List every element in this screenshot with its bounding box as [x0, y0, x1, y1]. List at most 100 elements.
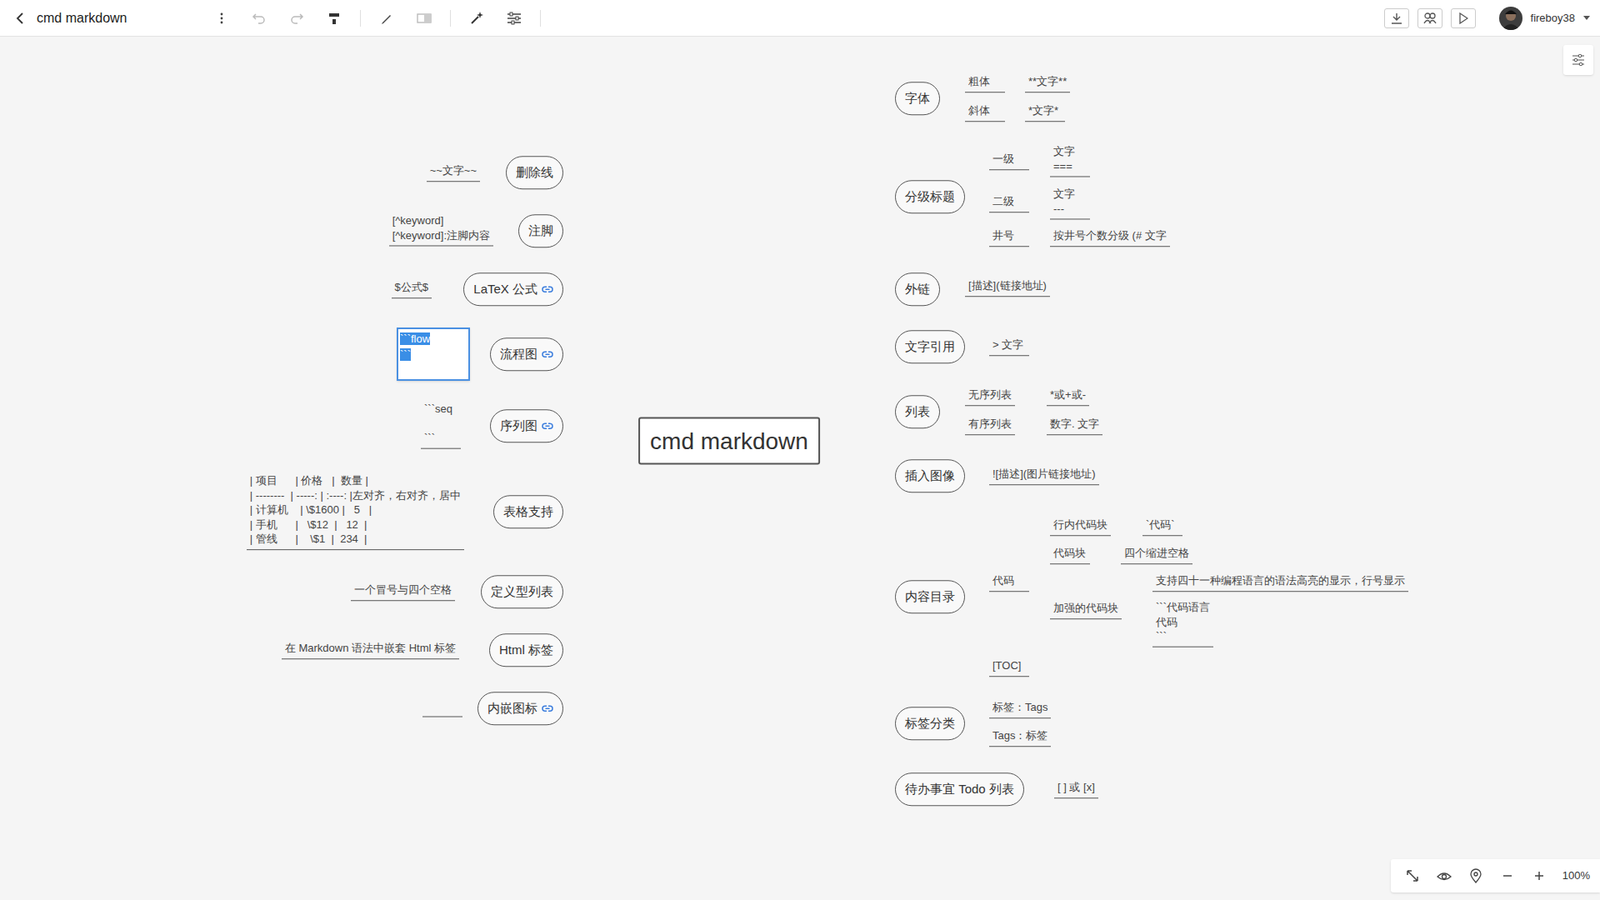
leaf-node[interactable]: *或+或-: [1046, 387, 1090, 406]
branch-label[interactable]: 删除线: [515, 164, 554, 181]
split-view-icon[interactable]: [412, 6, 436, 30]
leaf-node[interactable]: 支持四十一种编程语言的语法高亮的显示，行号显示: [1152, 573, 1409, 592]
leaf-node[interactable]: 数字. 文字: [1046, 416, 1103, 435]
leaf-node[interactable]: > 文字: [989, 337, 1030, 356]
link-icon[interactable]: [541, 285, 554, 294]
collaborators-icon[interactable]: [1417, 8, 1443, 29]
magic-wand-icon[interactable]: [465, 6, 489, 30]
branch-label[interactable]: 文字引用: [905, 338, 955, 355]
leaf-node[interactable]: 代码块: [1050, 545, 1090, 565]
locate-pin-icon[interactable]: [1467, 867, 1485, 885]
document-title[interactable]: cmd markdown: [36, 8, 204, 29]
leaf-node[interactable]: `代码`: [1142, 517, 1183, 536]
link-icon[interactable]: [541, 704, 554, 713]
leaf-node[interactable]: 行内代码块: [1050, 517, 1111, 536]
leaf-node[interactable]: $公式$: [391, 280, 432, 299]
leaf-node[interactable]: 文字 ---: [1050, 186, 1090, 220]
layout-settings-icon[interactable]: [502, 6, 526, 30]
branch-node[interactable]: 内嵌图标: [477, 691, 564, 725]
leaf-node[interactable]: [ ] 或 [x]: [1054, 780, 1099, 799]
mindmap-canvas[interactable]: 100% cmd markdown字体粗体**文字**斜体*文字*分级标题一级文…: [0, 36, 1600, 900]
panel-settings-icon[interactable]: [1563, 45, 1594, 75]
branch-node[interactable]: 外链: [895, 272, 940, 306]
zoom-out-icon[interactable]: [1499, 867, 1516, 885]
branch-node[interactable]: Html 标签: [489, 633, 564, 667]
branch-label[interactable]: Html 标签: [499, 641, 554, 659]
branch-label[interactable]: 序列图: [500, 417, 538, 435]
user-avatar[interactable]: [1499, 6, 1523, 30]
fit-expand-icon[interactable]: [1404, 867, 1421, 885]
branch-label[interactable]: 外链: [905, 280, 930, 298]
branch-label[interactable]: 分级标题: [905, 188, 955, 205]
leaf-node-editing[interactable]: ```flow ```: [396, 327, 470, 381]
branch-node[interactable]: 标签分类: [895, 706, 965, 740]
leaf-node[interactable]: 斜体: [965, 103, 1005, 122]
branch-label[interactable]: 内嵌图标: [487, 700, 538, 717]
branch-node[interactable]: 文字引用: [895, 330, 965, 364]
leaf-node[interactable]: 无序列表: [965, 387, 1015, 406]
leaf-node[interactable]: 标签：Tags: [989, 700, 1051, 719]
leaf-node[interactable]: 文字 ===: [1050, 144, 1090, 177]
leaf-node[interactable]: 井号: [989, 228, 1030, 247]
leaf-node[interactable]: **文字**: [1025, 74, 1070, 93]
branch-label[interactable]: 注脚: [528, 222, 554, 240]
leaf-node[interactable]: 代码: [989, 573, 1030, 592]
zoom-in-icon[interactable]: [1530, 867, 1548, 885]
present-play-icon[interactable]: [1450, 8, 1476, 29]
branch-node[interactable]: 插入图像: [895, 459, 965, 493]
undo-icon[interactable]: [247, 6, 271, 30]
leaf-node[interactable]: [422, 700, 463, 718]
branch-label[interactable]: 插入图像: [905, 467, 955, 485]
leaf-node[interactable]: Tags：标签: [989, 728, 1051, 747]
leaf-node[interactable]: ```代码语言 代码 ```: [1152, 600, 1214, 648]
leaf-node[interactable]: ~~文字~~: [426, 163, 480, 182]
leaf-node[interactable]: 四个缩进空格: [1120, 545, 1193, 565]
leaf-node[interactable]: 加强的代码块: [1050, 600, 1122, 620]
root-node[interactable]: cmd markdown: [638, 417, 820, 465]
branch-label[interactable]: LaTeX 公式: [473, 280, 538, 298]
leaf-node[interactable]: 一个冒号与四个空格: [350, 582, 455, 601]
format-painter-icon[interactable]: [322, 6, 346, 30]
eye-icon[interactable]: [1435, 867, 1453, 885]
branch-node[interactable]: 内容目录: [895, 580, 965, 614]
branch-node[interactable]: 删除线: [505, 155, 564, 190]
branch-label[interactable]: 标签分类: [905, 715, 955, 732]
branch-node[interactable]: LaTeX 公式: [463, 272, 564, 306]
branch-node[interactable]: 流程图: [490, 337, 564, 371]
more-menu-icon[interactable]: [210, 6, 234, 30]
redo-icon[interactable]: [285, 6, 309, 30]
branch-label[interactable]: 流程图: [500, 345, 538, 363]
branch-node[interactable]: 表格支持: [493, 495, 564, 529]
branch-label[interactable]: 待办事宜 Todo 列表: [905, 780, 1015, 798]
leaf-node[interactable]: 有序列表: [965, 416, 1015, 435]
branch-label[interactable]: 定义型列表: [490, 583, 554, 600]
branch-node[interactable]: 定义型列表: [480, 575, 564, 609]
leaf-node[interactable]: 二级: [989, 194, 1030, 213]
branch-label[interactable]: 内容目录: [905, 588, 955, 605]
leaf-node[interactable]: 在 Markdown 语法中嵌套 Html 标签: [281, 640, 460, 660]
leaf-node[interactable]: | 项目 | 价格 | 数量 | | -------- | -----: | :…: [246, 473, 465, 550]
link-icon[interactable]: [541, 350, 554, 359]
back-arrow-icon[interactable]: [11, 10, 29, 27]
leaf-node[interactable]: [描述](链接地址): [965, 278, 1050, 297]
leaf-node[interactable]: [^keyword] [^keyword]:注脚内容: [389, 213, 494, 246]
branch-node[interactable]: 字体: [895, 81, 940, 115]
branch-node[interactable]: 待办事宜 Todo 列表: [895, 772, 1025, 806]
leaf-node[interactable]: [TOC]: [989, 658, 1030, 677]
branch-node[interactable]: 序列图: [490, 409, 564, 443]
leaf-node[interactable]: 粗体: [965, 74, 1005, 93]
leaf-node[interactable]: 一级: [989, 151, 1030, 170]
branch-node[interactable]: 分级标题: [895, 180, 965, 214]
branch-node[interactable]: 列表: [895, 395, 940, 429]
leaf-node[interactable]: ![描述](图片链接地址): [989, 466, 1100, 485]
branch-label[interactable]: 字体: [905, 90, 930, 107]
selected-text[interactable]: ```flow ```: [400, 332, 430, 361]
branch-label[interactable]: 表格支持: [503, 503, 554, 520]
leaf-node[interactable]: 按井号个数分级 (# 文字: [1050, 228, 1170, 247]
caret-down-icon[interactable]: [1583, 15, 1592, 21]
pen-icon[interactable]: [375, 6, 399, 30]
branch-label[interactable]: 列表: [905, 403, 930, 420]
leaf-node[interactable]: *文字*: [1025, 103, 1065, 122]
download-icon[interactable]: [1384, 8, 1410, 29]
leaf-node[interactable]: ```seq ```: [420, 401, 461, 450]
